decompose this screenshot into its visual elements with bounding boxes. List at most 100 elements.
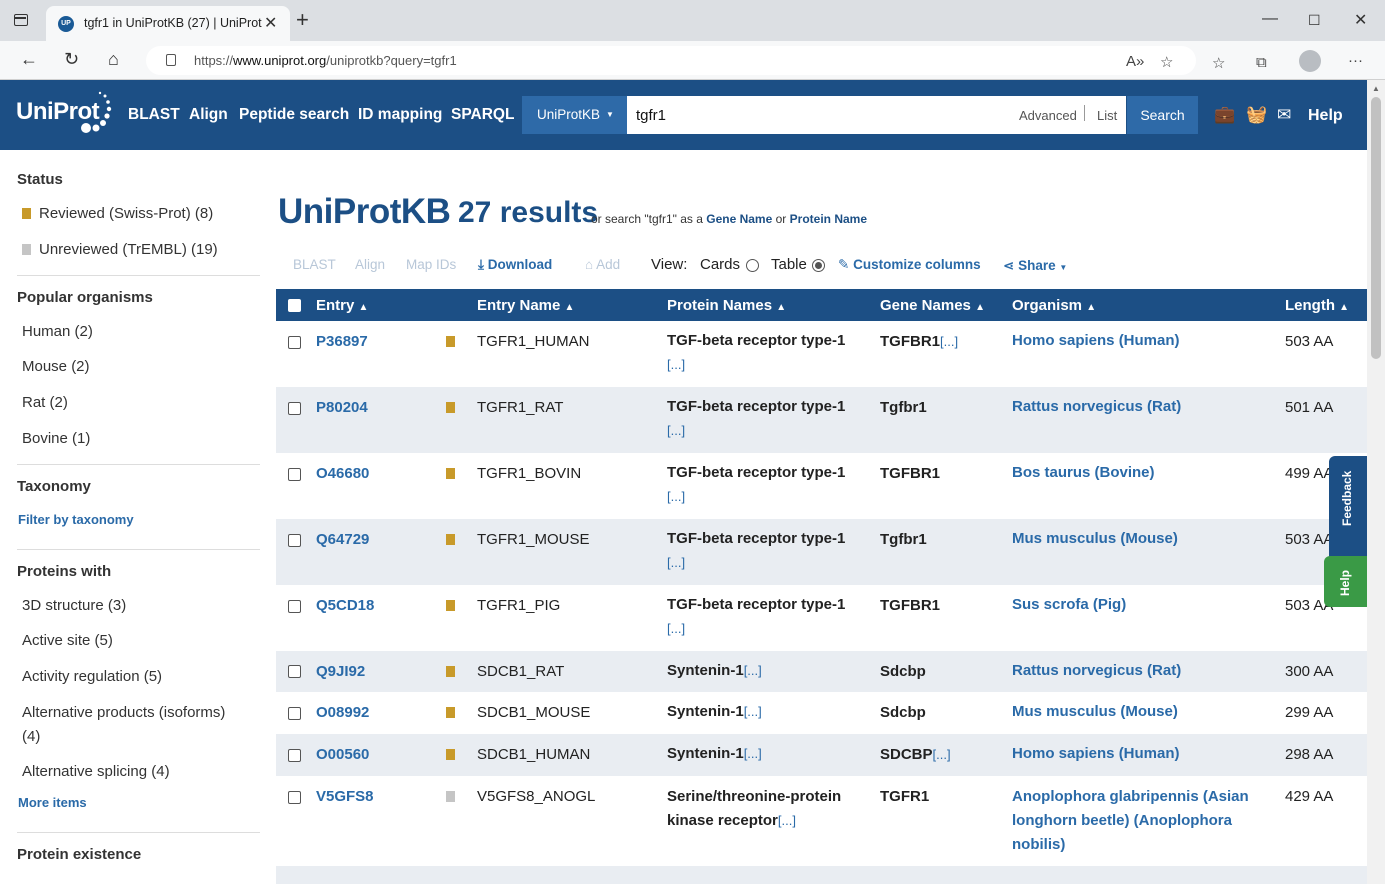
share-button[interactable]: ⋖ Share ▼ (1003, 258, 1067, 274)
row-checkbox[interactable] (288, 791, 301, 804)
entry-accession-link[interactable]: Q9JI92 (316, 663, 365, 680)
filter-organism-bovine[interactable]: Bovine (1) (22, 430, 90, 447)
add-to-basket-button[interactable]: ⌂ Add (585, 257, 620, 272)
advanced-search-link[interactable]: Advanced (1019, 108, 1077, 123)
more-link[interactable]: [...] (667, 357, 685, 372)
tab-actions-icon[interactable] (14, 14, 28, 26)
more-menu-icon[interactable]: ··· (1348, 52, 1363, 69)
home-icon[interactable]: ⌂ (108, 49, 119, 69)
organism-link[interactable]: Bos taurus (Bovine) (1012, 461, 1272, 485)
more-link[interactable]: [...] (667, 555, 685, 570)
more-link[interactable]: [...] (744, 704, 762, 719)
view-table-label[interactable]: Table (771, 256, 807, 273)
organism-link[interactable]: Homo sapiens (Human) (1012, 329, 1272, 353)
feedback-tab[interactable]: Feedback (1329, 456, 1367, 563)
url-field[interactable]: https://www.uniprot.org/uniprotkb?query=… (146, 46, 1196, 75)
filter-organism-mouse[interactable]: Mouse (2) (22, 358, 90, 375)
organism-link[interactable]: Homo sapiens (Human) (1012, 742, 1272, 766)
entry-accession-link[interactable]: O00560 (316, 746, 369, 763)
organism-link[interactable]: Rattus norvegicus (Rat) (1012, 659, 1272, 683)
organism-link[interactable]: Rattus norvegicus (Rat) (1012, 395, 1272, 419)
entry-accession-link[interactable]: P80204 (316, 399, 368, 416)
row-checkbox[interactable] (288, 534, 301, 547)
more-link[interactable]: [...] (667, 489, 685, 504)
column-gene-names[interactable]: Gene Names ▲ (880, 297, 985, 314)
map-ids-button[interactable]: Map IDs (406, 257, 456, 272)
collections-icon[interactable]: ⧉ (1256, 54, 1267, 71)
browser-tab[interactable]: UP tgfr1 in UniProtKB (27) | UniProt ✕ (46, 6, 290, 41)
select-all-checkbox[interactable] (288, 299, 301, 312)
filter-alternative-products-count[interactable]: (4) (22, 728, 40, 745)
column-protein-names[interactable]: Protein Names ▲ (667, 297, 786, 314)
minimize-icon[interactable]: — (1262, 10, 1278, 28)
filter-active-site[interactable]: Active site (5) (22, 632, 113, 649)
back-icon[interactable]: ← (20, 49, 38, 69)
row-checkbox[interactable] (288, 707, 301, 720)
filter-by-taxonomy-link[interactable]: Filter by taxonomy (18, 512, 134, 527)
organism-link[interactable]: Anoplophora glabripennis (Asian longhorn … (1012, 785, 1272, 857)
read-aloud-icon[interactable]: A» (1126, 53, 1144, 70)
refresh-icon[interactable]: ↻ (64, 49, 79, 69)
close-window-icon[interactable]: ✕ (1354, 10, 1367, 30)
view-table-radio[interactable] (812, 259, 825, 272)
search-input[interactable]: tgfr1 Advanced List (627, 96, 1126, 134)
filter-organism-rat[interactable]: Rat (2) (22, 394, 68, 411)
maximize-icon[interactable]: ☐ (1308, 12, 1321, 29)
search-as-gene-name-link[interactable]: Gene Name (706, 212, 772, 226)
favorites-icon[interactable]: ☆ (1212, 54, 1225, 72)
align-button[interactable]: Align (355, 257, 385, 272)
entry-accession-link[interactable]: O46680 (316, 465, 369, 482)
lock-icon[interactable] (166, 54, 176, 66)
column-length[interactable]: Length ▲ (1285, 297, 1349, 314)
entry-accession-link[interactable]: Q5CD18 (316, 597, 374, 614)
nav-peptide-search[interactable]: Peptide search (239, 106, 349, 124)
nav-align[interactable]: Align (189, 106, 228, 124)
filter-unreviewed[interactable]: Unreviewed (TrEMBL) (19) (22, 241, 218, 258)
filter-activity-regulation[interactable]: Activity regulation (5) (22, 668, 162, 685)
scroll-up-icon[interactable]: ▲ (1372, 84, 1380, 93)
entry-accession-link[interactable]: Q64729 (316, 531, 369, 548)
download-button[interactable]: ⤓ Download (478, 257, 552, 273)
more-link[interactable]: [...] (933, 747, 951, 762)
profile-avatar[interactable] (1299, 50, 1321, 72)
entry-accession-link[interactable]: P36897 (316, 333, 368, 350)
more-items-link[interactable]: More items (18, 795, 87, 810)
row-checkbox[interactable] (288, 336, 301, 349)
more-link[interactable]: [...] (667, 423, 685, 438)
organism-link[interactable]: Mus musculus (Mouse) (1012, 527, 1272, 551)
basket-icon[interactable]: 🧺 (1246, 105, 1267, 125)
list-search-link[interactable]: List (1097, 108, 1117, 123)
more-link[interactable]: [...] (667, 621, 685, 636)
close-tab-icon[interactable]: ✕ (264, 13, 277, 33)
row-checkbox[interactable] (288, 749, 301, 762)
filter-3d-structure[interactable]: 3D structure (3) (22, 597, 126, 614)
row-checkbox[interactable] (288, 402, 301, 415)
row-checkbox[interactable] (288, 665, 301, 678)
add-favorite-icon[interactable]: ☆ (1160, 53, 1173, 71)
blast-button[interactable]: BLAST (293, 257, 336, 272)
column-entry[interactable]: Entry ▲ (316, 297, 368, 314)
organism-link[interactable]: Sus scrofa (Pig) (1012, 593, 1272, 617)
database-select[interactable]: UniProtKB ▼ (522, 96, 627, 134)
view-cards-label[interactable]: Cards (700, 256, 740, 273)
toolkit-icon[interactable]: 💼 (1214, 105, 1235, 125)
scrollbar-thumb[interactable] (1371, 97, 1381, 359)
entry-accession-link[interactable]: O08992 (316, 704, 369, 721)
filter-alternative-splicing[interactable]: Alternative splicing (4) (22, 763, 170, 780)
filter-reviewed[interactable]: Reviewed (Swiss-Prot) (8) (22, 205, 213, 222)
more-link[interactable]: [...] (778, 813, 796, 828)
row-checkbox[interactable] (288, 468, 301, 481)
nav-id-mapping[interactable]: ID mapping (358, 106, 442, 124)
organism-link[interactable]: Mus musculus (Mouse) (1012, 700, 1272, 724)
customize-columns-button[interactable]: ✎ Customize columns (838, 257, 981, 273)
column-entry-name[interactable]: Entry Name ▲ (477, 297, 574, 314)
column-organism[interactable]: Organism ▲ (1012, 297, 1096, 314)
more-link[interactable]: [...] (744, 746, 762, 761)
help-link[interactable]: Help (1308, 107, 1343, 125)
view-cards-radio[interactable] (746, 259, 759, 272)
search-as-protein-name-link[interactable]: Protein Name (790, 212, 867, 226)
more-link[interactable]: [...] (744, 663, 762, 678)
contact-mail-icon[interactable]: ✉ (1277, 105, 1291, 125)
more-link[interactable]: [...] (940, 334, 958, 349)
entry-accession-link[interactable]: V5GFS8 (316, 788, 374, 805)
